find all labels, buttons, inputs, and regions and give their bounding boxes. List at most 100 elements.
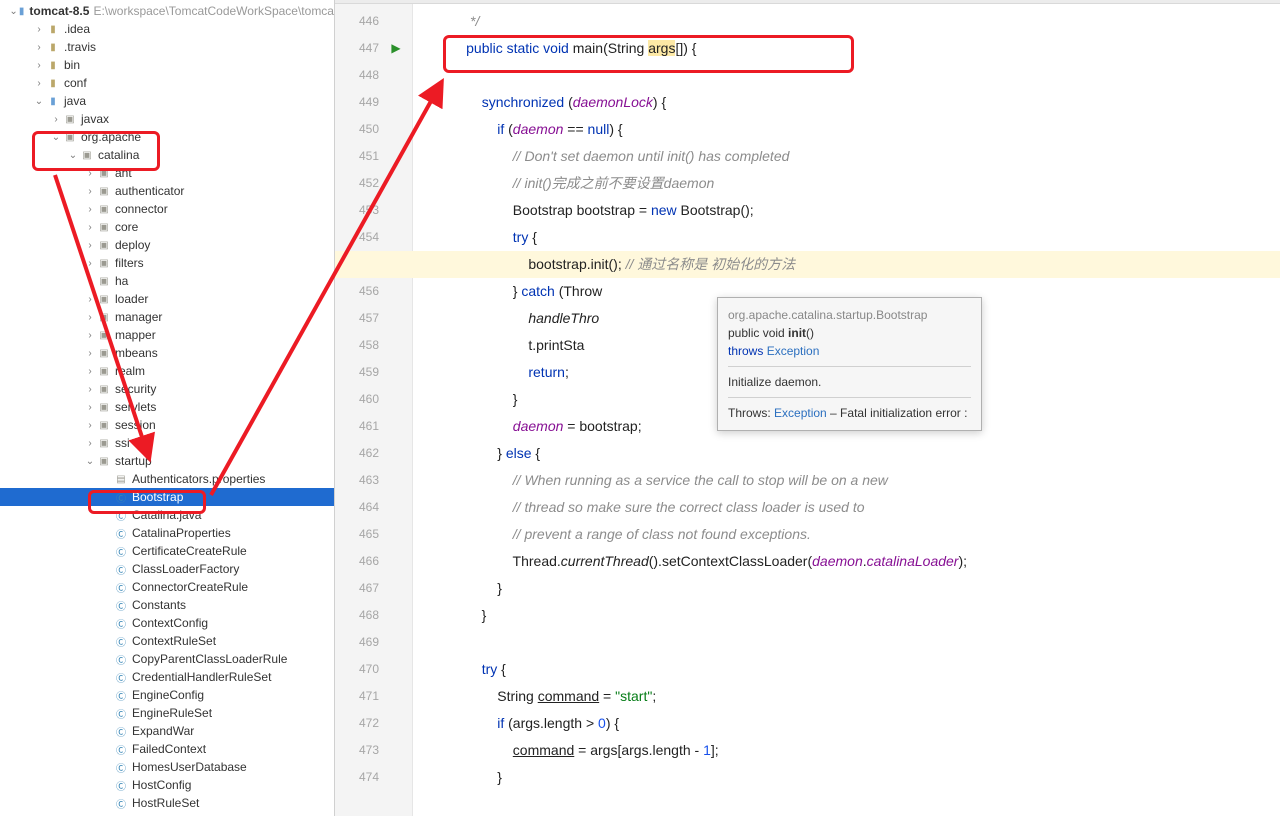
code-line[interactable]: } catch (Throw [435, 278, 1280, 305]
tree-item[interactable]: ⌄▮tomcat-8.5E:\workspace\TomcatCodeWorkS… [0, 2, 334, 20]
tree-item[interactable]: ⌄▣org.apache [0, 128, 334, 146]
tree-item[interactable]: ›▣session [0, 416, 334, 434]
code-line[interactable]: } [435, 575, 1280, 602]
code-line[interactable]: // prevent a range of class not found ex… [435, 521, 1280, 548]
tree-item[interactable]: ⒸConnectorCreateRule [0, 578, 334, 596]
code-line[interactable]: command = args[args.length - 1]; [435, 737, 1280, 764]
tree-item[interactable]: ⒸCatalina.java [0, 506, 334, 524]
tree-item[interactable]: ›▮conf [0, 74, 334, 92]
tree-item[interactable]: ›▣connector [0, 200, 334, 218]
code-line[interactable]: daemon = bootstrap; [435, 413, 1280, 440]
tree-item[interactable]: ▤Authenticators.properties [0, 470, 334, 488]
tree-item[interactable]: ⒸEngineConfig [0, 686, 334, 704]
code-line[interactable]: if (args.length > 0) { [435, 710, 1280, 737]
tree-arrow-icon[interactable]: › [83, 402, 97, 413]
tree-item[interactable]: ›▣ant [0, 164, 334, 182]
tree-item[interactable]: ⒸConstants [0, 596, 334, 614]
tree-item[interactable]: ›▣loader [0, 290, 334, 308]
code-line[interactable]: try { [435, 656, 1280, 683]
tree-arrow-icon[interactable]: › [83, 438, 97, 449]
tree-item[interactable]: ›▣core [0, 218, 334, 236]
tree-arrow-icon[interactable]: › [49, 114, 63, 125]
tree-item[interactable]: ⒸCatalinaProperties [0, 524, 334, 542]
code-line[interactable] [435, 62, 1280, 89]
code-line[interactable] [435, 629, 1280, 656]
tree-item[interactable]: ›▮.travis [0, 38, 334, 56]
tree-item[interactable]: ›▣servlets [0, 398, 334, 416]
code-line[interactable]: if (daemon == null) { [435, 116, 1280, 143]
tree-arrow-icon[interactable]: › [32, 42, 46, 53]
code-line[interactable]: // thread so make sure the correct class… [435, 494, 1280, 521]
tree-item[interactable]: ⒸCredentialHandlerRuleSet [0, 668, 334, 686]
tree-arrow-icon[interactable]: › [83, 204, 97, 215]
tree-item[interactable]: ⌄▣catalina [0, 146, 334, 164]
tree-item[interactable]: ⌄▣startup [0, 452, 334, 470]
tree-item[interactable]: ›▣ha [0, 272, 334, 290]
tree-item[interactable]: ›▣deploy [0, 236, 334, 254]
tree-arrow-icon[interactable]: › [32, 78, 46, 89]
tree-item[interactable]: ⒸClassLoaderFactory [0, 560, 334, 578]
tree-item[interactable]: ›▣ssi [0, 434, 334, 452]
code-line[interactable]: bootstrap.init(); // 通过名称是 初始化的方法 [335, 251, 1280, 278]
tree-arrow-icon[interactable]: ⌄ [9, 6, 17, 17]
code-line[interactable]: Bootstrap bootstrap = new Bootstrap(); [435, 197, 1280, 224]
code-line[interactable]: t.printSta [435, 332, 1280, 359]
tree-item[interactable]: ›▮.idea [0, 20, 334, 38]
tree-arrow-icon[interactable]: › [83, 276, 97, 287]
tree-arrow-icon[interactable]: › [83, 186, 97, 197]
tree-arrow-icon[interactable]: › [83, 330, 97, 341]
tree-arrow-icon[interactable]: › [83, 384, 97, 395]
tree-item[interactable]: ›▮bin [0, 56, 334, 74]
run-gutter-icon[interactable]: ▶ [383, 35, 409, 62]
tree-item[interactable]: ›▣mbeans [0, 344, 334, 362]
tree-item[interactable]: ⒸHostConfig [0, 776, 334, 794]
code-line[interactable]: String command = "start"; [435, 683, 1280, 710]
tree-item[interactable]: ⒸHomesUserDatabase [0, 758, 334, 776]
tree-arrow-icon[interactable]: › [83, 258, 97, 269]
code-line[interactable]: */ [435, 8, 1280, 35]
tree-item[interactable]: ⒸHostRuleSet [0, 794, 334, 812]
tree-item[interactable]: ⌄▮java [0, 92, 334, 110]
tree-arrow-icon[interactable]: ⌄ [49, 132, 63, 143]
tree-arrow-icon[interactable]: › [83, 366, 97, 377]
tree-arrow-icon[interactable]: › [83, 222, 97, 233]
code-line[interactable]: } [435, 764, 1280, 791]
tree-item[interactable]: ⒸBootstrap [0, 488, 334, 506]
tree-item[interactable]: ⒸEngineRuleSet [0, 704, 334, 722]
tree-arrow-icon[interactable]: › [83, 294, 97, 305]
tree-item[interactable]: ⒸContextRuleSet [0, 632, 334, 650]
tree-item[interactable]: ⒸCopyParentClassLoaderRule [0, 650, 334, 668]
tree-item[interactable]: ›▣mapper [0, 326, 334, 344]
code-line[interactable]: public static void main(String args[]) { [435, 35, 1280, 62]
code-line[interactable]: handleThro [435, 305, 1280, 332]
tree-item[interactable]: ›▣javax [0, 110, 334, 128]
code-line[interactable]: Thread.currentThread().setContextClassLo… [435, 548, 1280, 575]
tree-item[interactable]: ⒸCertificateCreateRule [0, 542, 334, 560]
tree-item[interactable]: ⒸContextConfig [0, 614, 334, 632]
tree-arrow-icon[interactable]: › [83, 420, 97, 431]
code-line[interactable]: synchronized (daemonLock) { [435, 89, 1280, 116]
tree-item[interactable]: ›▣security [0, 380, 334, 398]
tree-item[interactable]: ›▣filters [0, 254, 334, 272]
code-line[interactable]: // When running as a service the call to… [435, 467, 1280, 494]
tree-arrow-icon[interactable]: › [32, 60, 46, 71]
code-line[interactable]: } [435, 386, 1280, 413]
code-line[interactable]: try { [435, 224, 1280, 251]
tree-arrow-icon[interactable]: › [83, 348, 97, 359]
code-line[interactable]: return; [435, 359, 1280, 386]
tree-item[interactable]: ›▣authenticator [0, 182, 334, 200]
tree-item[interactable]: ⒸFailedContext [0, 740, 334, 758]
tree-arrow-icon[interactable]: › [83, 312, 97, 323]
tree-arrow-icon[interactable]: ⌄ [83, 456, 97, 467]
tree-item[interactable]: ›▣manager [0, 308, 334, 326]
tree-item[interactable]: ⒸExpandWar [0, 722, 334, 740]
tree-arrow-icon[interactable]: ⌄ [66, 150, 80, 161]
tree-arrow-icon[interactable]: › [83, 240, 97, 251]
code-line[interactable]: } else { [435, 440, 1280, 467]
code-line[interactable]: } [435, 602, 1280, 629]
tree-arrow-icon[interactable]: ⌄ [32, 96, 46, 107]
tree-arrow-icon[interactable]: › [83, 168, 97, 179]
code-line[interactable]: // Don't set daemon until init() has com… [435, 143, 1280, 170]
tree-item[interactable]: ›▣realm [0, 362, 334, 380]
tree-arrow-icon[interactable]: › [32, 24, 46, 35]
